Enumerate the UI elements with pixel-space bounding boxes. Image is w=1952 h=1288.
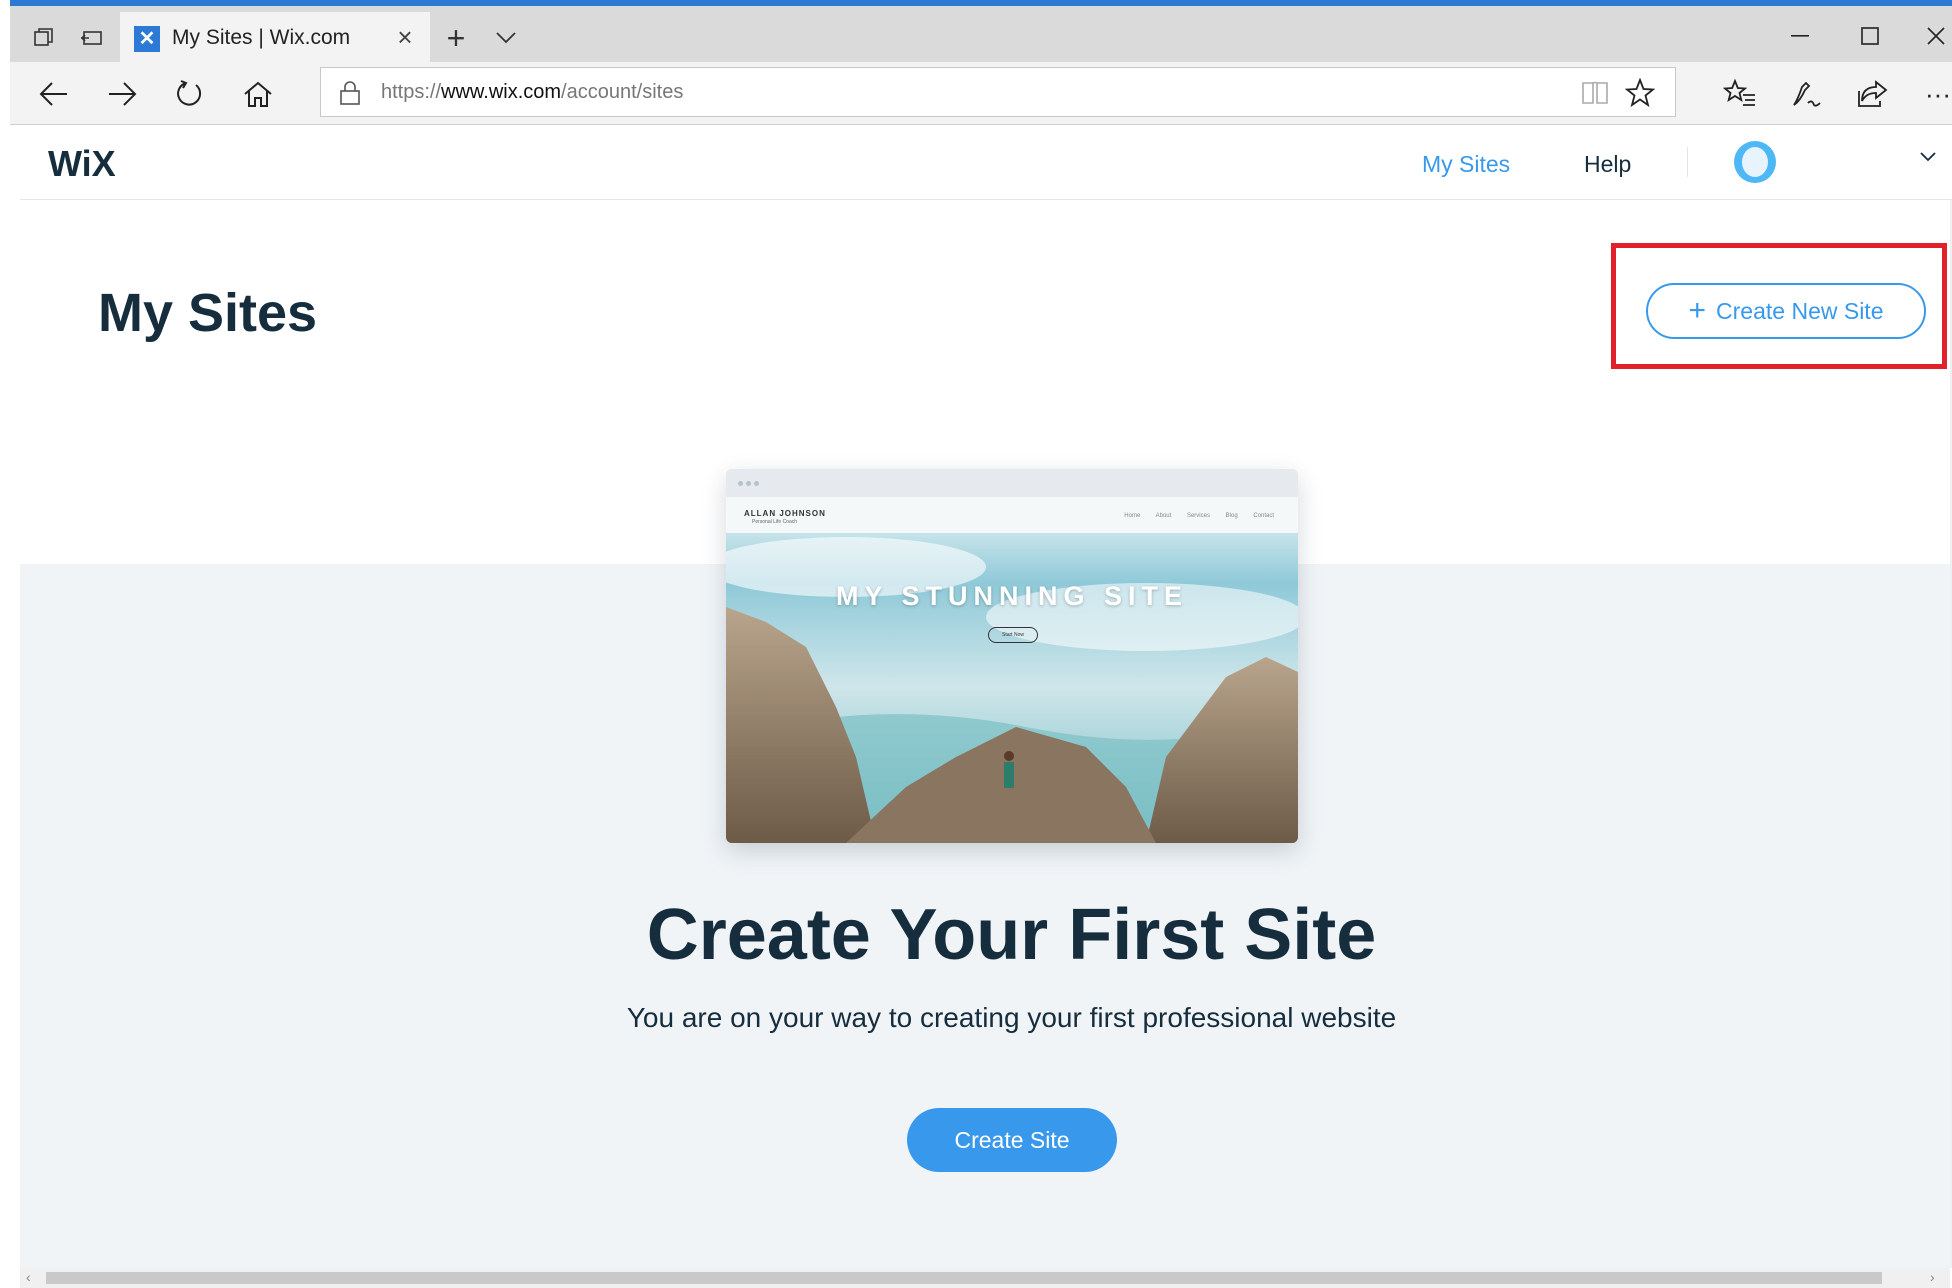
favorite-star-icon[interactable] [1624, 77, 1656, 113]
create-new-site-label: Create New Site [1716, 297, 1884, 324]
more-options-icon[interactable]: ··· [1916, 72, 1952, 116]
set-tabs-aside-icon[interactable] [24, 18, 64, 58]
preview-dot [738, 481, 743, 486]
back-arrow-icon[interactable] [32, 72, 76, 116]
account-chevron-down-icon[interactable] [1918, 149, 1942, 173]
page-title: My Sites [98, 283, 318, 343]
nav-help[interactable]: Help [1584, 151, 1631, 178]
create-new-site-button[interactable]: + Create New Site [1646, 283, 1926, 339]
tabs-aside-icon[interactable] [72, 18, 112, 58]
site-template-preview: ALLAN JOHNSON Personal Life Coach Home A… [726, 469, 1298, 843]
refresh-icon[interactable] [168, 72, 212, 116]
tab-close-icon[interactable]: × [390, 22, 420, 52]
url-path: /account/sites [561, 81, 684, 103]
wix-favicon-icon: ✕ [134, 26, 160, 52]
web-note-pen-icon[interactable] [1784, 72, 1828, 116]
preview-menu: Home About Services Blog Contact [1124, 513, 1274, 519]
plus-icon: + [1688, 294, 1707, 327]
wix-logo[interactable]: WiX [48, 143, 116, 185]
preview-dot [746, 481, 751, 486]
preview-site-subtitle: Personal Life Coach [752, 519, 798, 525]
lock-icon [339, 80, 365, 106]
create-first-site-subtitle: You are on your way to creating your fir… [626, 1002, 1397, 1033]
minimize-icon[interactable] [1770, 14, 1830, 58]
share-icon[interactable] [1850, 72, 1894, 116]
url-domain: www.wix.com [441, 81, 562, 103]
tab-bar: ✕ My Sites | Wix.com × + [10, 0, 1952, 68]
maximize-icon[interactable] [1840, 14, 1900, 58]
preview-headline: MY STUNNING SITE [835, 581, 1189, 611]
wix-header: WiX My Sites Help [20, 125, 1952, 200]
close-window-icon[interactable] [1910, 14, 1952, 58]
address-bar[interactable]: https://www.wix.com/account/sites [320, 67, 1676, 117]
url-prefix: https:// [381, 81, 442, 103]
create-site-button[interactable]: Create Site [907, 1108, 1117, 1172]
header-divider [1687, 147, 1688, 177]
reading-view-icon[interactable] [1581, 80, 1609, 111]
scroll-right-icon[interactable]: › [1930, 1269, 1935, 1285]
browser-window: ✕ My Sites | Wix.com × + https://www.wix… [0, 0, 1952, 1288]
preview-dot [754, 481, 759, 486]
preview-site-name: ALLAN JOHNSON [744, 509, 826, 518]
tab-title: My Sites | Wix.com [172, 26, 351, 49]
avatar-placeholder-icon [1742, 147, 1768, 177]
address-url[interactable]: https://www.wix.com/account/sites [381, 81, 683, 104]
navigation-bar: https://www.wix.com/account/sites ··· [10, 62, 1952, 125]
horizontal-scrollbar[interactable]: ‹ › [20, 1268, 1950, 1288]
preview-cta: Start Now [988, 627, 1038, 643]
tab-list-chevron-icon[interactable] [486, 18, 526, 58]
mountain-climber-image [726, 497, 1298, 843]
scroll-left-icon[interactable]: ‹ [26, 1269, 31, 1285]
horizontal-scroll-thumb[interactable] [46, 1272, 1882, 1284]
create-first-site-heading: Create Your First Site [646, 895, 1377, 975]
favorites-hub-icon[interactable] [1718, 72, 1762, 116]
new-tab-button[interactable]: + [436, 18, 476, 58]
avatar[interactable] [1734, 141, 1776, 183]
tab-my-sites[interactable]: ✕ My Sites | Wix.com × [120, 12, 430, 68]
nav-my-sites[interactable]: My Sites [1422, 151, 1510, 178]
preview-browser-bar [726, 469, 1298, 497]
home-icon[interactable] [236, 72, 280, 116]
forward-arrow-icon[interactable] [100, 72, 144, 116]
